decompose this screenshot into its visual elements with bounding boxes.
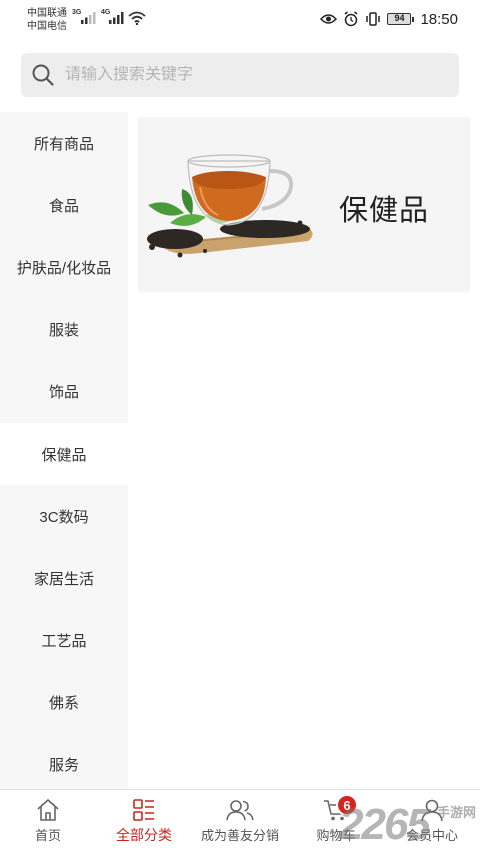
battery-icon: 94 bbox=[387, 13, 415, 25]
search-input[interactable] bbox=[65, 66, 425, 84]
users-icon bbox=[226, 800, 254, 821]
alarm-icon bbox=[344, 11, 358, 27]
sidebar-item-food[interactable]: 食品 bbox=[0, 174, 128, 236]
signal-icon bbox=[81, 12, 96, 24]
tab-home[interactable]: 首页 bbox=[16, 790, 80, 853]
sidebar-item-health-products[interactable]: 保健品 bbox=[0, 422, 128, 486]
clock: 18:50 bbox=[420, 10, 458, 28]
tab-become-distributor-label: 成为善友分销 bbox=[200, 828, 279, 843]
network-type-1: 3G bbox=[72, 9, 82, 16]
eye-icon bbox=[320, 14, 338, 24]
watermark-text: 手游网 bbox=[437, 805, 477, 820]
category-icon bbox=[133, 799, 154, 821]
sidebar-item-home-living[interactable]: 家居生活 bbox=[0, 547, 128, 609]
sidebar-item-crafts[interactable]: 工艺品 bbox=[0, 610, 128, 672]
category-sidebar: 所有商品 食品 护肤品/化妆品 服装 饰品 保健品 3C数码 家居生活 工艺品 … bbox=[0, 112, 128, 789]
home-icon bbox=[37, 799, 59, 821]
sidebar-item-services[interactable]: 服务 bbox=[0, 734, 128, 796]
category-banner[interactable]: 保健品 bbox=[138, 117, 470, 292]
search-icon bbox=[32, 64, 54, 86]
sidebar-item-accessories[interactable]: 饰品 bbox=[0, 361, 128, 423]
tea-cup-image bbox=[147, 154, 313, 258]
category-page: 中国联通 中国电信 3G 4G 94 18:50 请输入搜索关键字 所有商品 食… bbox=[0, 0, 480, 853]
carrier-1: 中国联通 bbox=[27, 8, 67, 19]
signal-icon bbox=[109, 12, 124, 24]
tab-all-categories[interactable]: 全部分类 bbox=[104, 790, 184, 853]
vibrate-icon bbox=[366, 12, 381, 26]
status-right: 94 18:50 bbox=[320, 9, 458, 29]
sidebar-item-all-products[interactable]: 所有商品 bbox=[0, 112, 128, 174]
tab-become-distributor[interactable]: 成为善友分销 bbox=[195, 790, 285, 853]
wifi-icon bbox=[128, 11, 146, 25]
carrier-info: 中国联通 中国电信 bbox=[27, 7, 67, 33]
carrier-2: 中国电信 bbox=[27, 21, 67, 32]
sidebar-item-clothing[interactable]: 服装 bbox=[0, 299, 128, 361]
sidebar-item-3c-digital[interactable]: 3C数码 bbox=[0, 485, 128, 547]
watermark-number: 2265 bbox=[339, 800, 431, 849]
search-bar[interactable] bbox=[21, 53, 459, 97]
category-title: 保健品 bbox=[339, 195, 430, 227]
tab-all-categories-label: 全部分类 bbox=[116, 827, 172, 843]
status-bar: 中国联通 中国电信 3G 4G 94 18:50 bbox=[0, 0, 480, 40]
sidebar-item-buddhist[interactable]: 佛系 bbox=[0, 672, 128, 734]
battery-level: 94 bbox=[387, 13, 412, 25]
tab-home-label: 首页 bbox=[34, 828, 61, 843]
sidebar-item-skincare-cosmetics[interactable]: 护肤品/化妆品 bbox=[0, 236, 128, 298]
watermark-logo: 2265 手游网 bbox=[335, 800, 480, 853]
